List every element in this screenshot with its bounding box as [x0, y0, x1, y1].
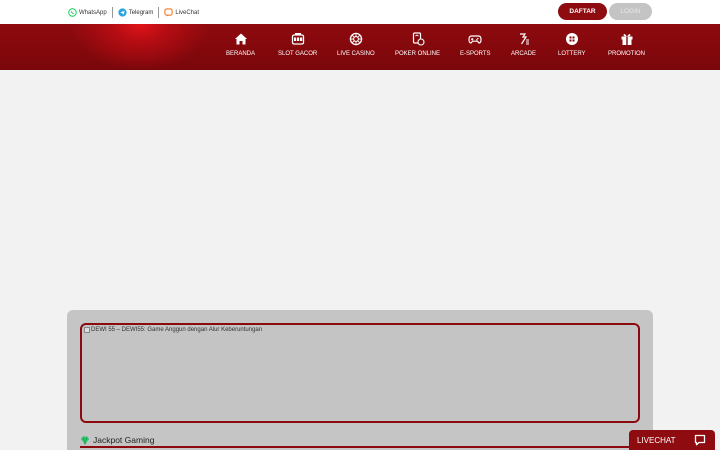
whatsapp-link[interactable]: WhatsApp	[68, 7, 112, 18]
banner-alt-text: DEWI 55 – DEWI55: Game Anggun dengan Alu…	[91, 327, 263, 333]
nav-item-slot-gacor[interactable]: SLOT GACOR	[278, 32, 317, 57]
banner-alt: DEWI 55 – DEWI55: Game Anggun dengan Alu…	[84, 327, 262, 333]
slot-machine-icon	[291, 33, 304, 45]
nav-label: BERANDA	[226, 51, 256, 57]
whatsapp-label: WhatsApp	[79, 9, 107, 16]
jackpot-heading: Jackpot Gaming	[80, 435, 154, 445]
poker-cards-icon	[412, 32, 425, 46]
whatsapp-icon	[68, 8, 77, 17]
livechat-link[interactable]: LiveChat	[158, 7, 204, 18]
banner-image[interactable]: DEWI 55 – DEWI55: Game Anggun dengan Alu…	[80, 323, 640, 423]
gift-icon	[621, 34, 632, 45]
nav-item-lottery[interactable]: LOTTERY	[558, 32, 586, 57]
nav-label: LIVE CASINO	[337, 51, 375, 57]
home-icon	[234, 33, 247, 45]
nav-item-poker-online[interactable]: POKER ONLINE	[395, 32, 440, 57]
nav-item-arcade[interactable]: ARCADE	[511, 32, 536, 57]
gamepad-icon	[468, 35, 482, 44]
roulette-icon	[349, 32, 363, 46]
login-button[interactable]: LOGIN	[609, 3, 652, 20]
contact-links: WhatsApp Telegram LiveChat	[68, 7, 204, 18]
telegram-icon	[118, 8, 127, 17]
livechat-widget[interactable]: LIVECHAT	[629, 430, 715, 450]
diamond-icon	[81, 435, 89, 445]
nav-item-live-casino[interactable]: LIVE CASINO	[337, 32, 375, 57]
nav-label: POKER ONLINE	[395, 51, 441, 57]
lottery-ball-icon	[565, 33, 578, 45]
top-bar: WhatsApp Telegram LiveChat DAFTAR LOGIN	[0, 0, 720, 24]
telegram-label: Telegram	[128, 9, 154, 16]
arcade-icon	[519, 33, 529, 45]
livechat-widget-label: LIVECHAT	[637, 435, 676, 445]
nav-label: PROMOTION	[608, 51, 645, 57]
livechat-link-label: LiveChat	[175, 9, 200, 16]
nav-label: LOTTERY	[558, 51, 586, 57]
telegram-link[interactable]: Telegram	[111, 7, 159, 18]
logo-area[interactable]	[70, 24, 210, 70]
nav-label: ARCADE	[511, 51, 537, 57]
nav-item-promotion[interactable]: PROMOTION	[608, 32, 645, 57]
nav-label: E-SPORTS	[460, 51, 491, 57]
nav-item-beranda[interactable]: BERANDA	[226, 32, 255, 57]
livechat-icon	[164, 8, 174, 17]
daftar-button[interactable]: DAFTAR	[558, 3, 607, 20]
broken-image-icon	[84, 327, 90, 333]
nav-item-e-sports[interactable]: E-SPORTS	[460, 32, 491, 57]
jackpot-title: Jackpot Gaming	[93, 435, 155, 445]
divider	[80, 446, 640, 448]
chat-bubble-icon	[694, 434, 706, 446]
main-nav: BERANDA SLOT GACOR LIVE CASINO POKER ONL…	[0, 24, 720, 70]
nav-label: SLOT GACOR	[278, 51, 318, 57]
